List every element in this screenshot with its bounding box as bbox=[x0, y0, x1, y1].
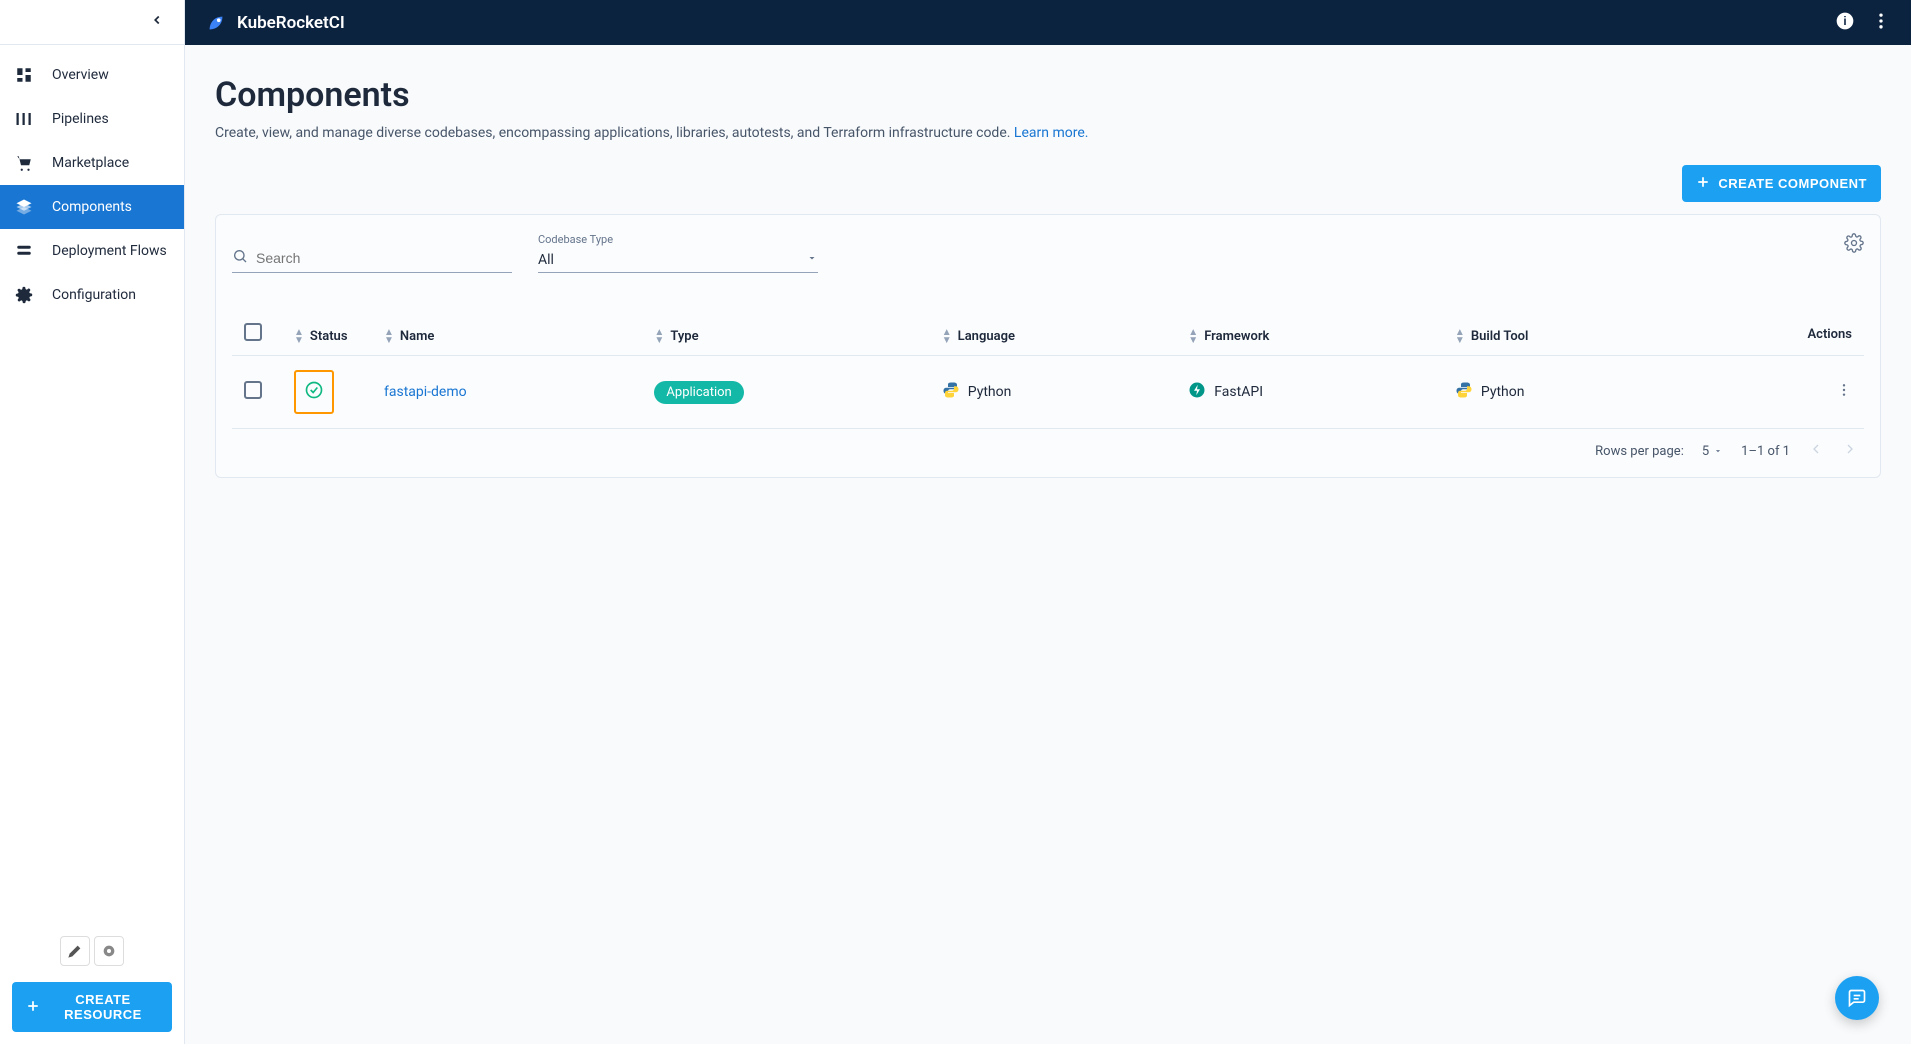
row-checkbox[interactable] bbox=[244, 381, 262, 399]
row-actions-button[interactable] bbox=[1836, 386, 1852, 402]
create-component-button[interactable]: Create Component bbox=[1682, 165, 1881, 202]
sidebar-header bbox=[0, 0, 184, 45]
sidebar-item-label: Configuration bbox=[52, 287, 136, 303]
rows-per-page-value: 5 bbox=[1702, 444, 1709, 459]
python-icon bbox=[942, 381, 960, 403]
table-settings-button[interactable] bbox=[1844, 233, 1864, 257]
page-title: Components bbox=[215, 75, 1881, 115]
layers-icon bbox=[14, 197, 34, 217]
next-page-button[interactable] bbox=[1842, 441, 1858, 461]
search-icon bbox=[232, 248, 248, 268]
header-build-tool[interactable]: ▲▼Build Tool bbox=[1455, 329, 1529, 345]
page-description: Create, view, and manage diverse codebas… bbox=[215, 125, 1881, 141]
codebase-type-select[interactable]: All bbox=[538, 248, 818, 273]
sidebar-item-label: Deployment Flows bbox=[52, 243, 167, 259]
build-tool-cell: Python bbox=[1455, 381, 1525, 403]
learn-more-link[interactable]: Learn more. bbox=[1014, 125, 1089, 141]
status-ok-icon bbox=[304, 380, 324, 404]
header-status-label: Status bbox=[310, 329, 348, 344]
header-framework[interactable]: ▲▼Framework bbox=[1188, 329, 1269, 345]
create-component-label: Create Component bbox=[1718, 176, 1867, 191]
brand-name: KubeRocketCI bbox=[237, 13, 345, 33]
codebase-type-field: Codebase Type All bbox=[538, 233, 818, 273]
header-build-tool-label: Build Tool bbox=[1471, 329, 1529, 344]
topbar: KubeRocketCI i bbox=[185, 0, 1911, 45]
sidebar-item-label: Marketplace bbox=[52, 155, 129, 171]
type-chip: Application bbox=[654, 381, 743, 404]
header-name-label: Name bbox=[400, 329, 434, 344]
component-name-link[interactable]: fastapi-demo bbox=[384, 384, 467, 400]
header-language-label: Language bbox=[958, 329, 1015, 344]
sidebar-item-label: Overview bbox=[52, 67, 109, 83]
header-type-label: Type bbox=[670, 329, 698, 344]
collapse-sidebar-button[interactable] bbox=[150, 13, 164, 32]
prev-page-button[interactable] bbox=[1808, 441, 1824, 461]
pipelines-icon bbox=[14, 109, 34, 129]
python-icon bbox=[1455, 381, 1473, 403]
table-card: Codebase Type All ▲▼Status bbox=[215, 214, 1881, 478]
header-framework-label: Framework bbox=[1204, 329, 1269, 344]
search-field bbox=[232, 244, 512, 273]
stack-icon bbox=[14, 241, 34, 261]
gear-icon bbox=[14, 285, 34, 305]
select-all-checkbox[interactable] bbox=[244, 323, 262, 341]
rows-per-page-select[interactable]: 5 bbox=[1702, 444, 1723, 459]
sidebar-item-pipelines[interactable]: Pipelines bbox=[0, 97, 184, 141]
sidebar-item-label: Pipelines bbox=[52, 111, 109, 127]
header-status[interactable]: ▲▼Status bbox=[294, 329, 348, 345]
sidebar-footer: Create Resource bbox=[0, 924, 184, 1044]
cart-icon bbox=[14, 153, 34, 173]
search-input[interactable] bbox=[256, 250, 512, 266]
sidebar-item-marketplace[interactable]: Marketplace bbox=[0, 141, 184, 185]
rows-per-page-label: Rows per page: bbox=[1595, 444, 1684, 459]
fastapi-icon bbox=[1188, 381, 1206, 403]
plus-icon bbox=[1696, 175, 1710, 192]
sidebar-item-configuration[interactable]: Configuration bbox=[0, 273, 184, 317]
page-description-text: Create, view, and manage diverse codebas… bbox=[215, 125, 1014, 141]
codebase-type-label: Codebase Type bbox=[538, 233, 818, 246]
footer-tool-2[interactable] bbox=[94, 936, 124, 966]
chat-fab[interactable] bbox=[1835, 976, 1879, 1020]
content: Components Create, view, and manage dive… bbox=[185, 45, 1911, 1044]
sidebar-item-deployment-flows[interactable]: Deployment Flows bbox=[0, 229, 184, 273]
language-cell: Python bbox=[942, 381, 1012, 403]
info-icon[interactable]: i bbox=[1835, 11, 1855, 35]
components-table: ▲▼Status ▲▼Name ▲▼Type ▲▼Language ▲▼Fram… bbox=[232, 313, 1864, 429]
search-input-wrap[interactable] bbox=[232, 244, 512, 273]
pagination-range: 1–1 of 1 bbox=[1741, 444, 1790, 459]
header-name[interactable]: ▲▼Name bbox=[384, 329, 434, 345]
status-highlight bbox=[294, 370, 334, 414]
framework-cell: FastAPI bbox=[1188, 381, 1263, 403]
chevron-down-icon bbox=[806, 252, 818, 268]
svg-text:i: i bbox=[1843, 15, 1846, 28]
sidebar-item-overview[interactable]: Overview bbox=[0, 53, 184, 97]
build-tool-label: Python bbox=[1481, 384, 1525, 400]
pagination: Rows per page: 5 1–1 of 1 bbox=[232, 429, 1864, 469]
more-icon[interactable] bbox=[1871, 11, 1891, 35]
sidebar: Overview Pipelines Marketplace Component… bbox=[0, 0, 185, 1044]
codebase-type-value: All bbox=[538, 252, 554, 268]
header-type[interactable]: ▲▼Type bbox=[654, 329, 698, 345]
framework-label: FastAPI bbox=[1214, 384, 1263, 400]
rocket-icon bbox=[205, 12, 227, 34]
chevron-left-icon bbox=[150, 13, 164, 32]
plus-icon bbox=[26, 999, 40, 1016]
dashboard-icon bbox=[14, 65, 34, 85]
header-language[interactable]: ▲▼Language bbox=[942, 329, 1015, 345]
brand[interactable]: KubeRocketCI bbox=[205, 12, 345, 34]
header-actions: Actions bbox=[1690, 313, 1864, 356]
create-resource-button[interactable]: Create Resource bbox=[12, 982, 172, 1032]
create-resource-label: Create Resource bbox=[48, 992, 158, 1022]
footer-tool-1[interactable] bbox=[60, 936, 90, 966]
sidebar-item-components[interactable]: Components bbox=[0, 185, 184, 229]
language-label: Python bbox=[968, 384, 1012, 400]
sidebar-item-label: Components bbox=[52, 199, 132, 215]
nav: Overview Pipelines Marketplace Component… bbox=[0, 45, 184, 924]
table-row: fastapi-demo Application Python FastAPI … bbox=[232, 356, 1864, 429]
